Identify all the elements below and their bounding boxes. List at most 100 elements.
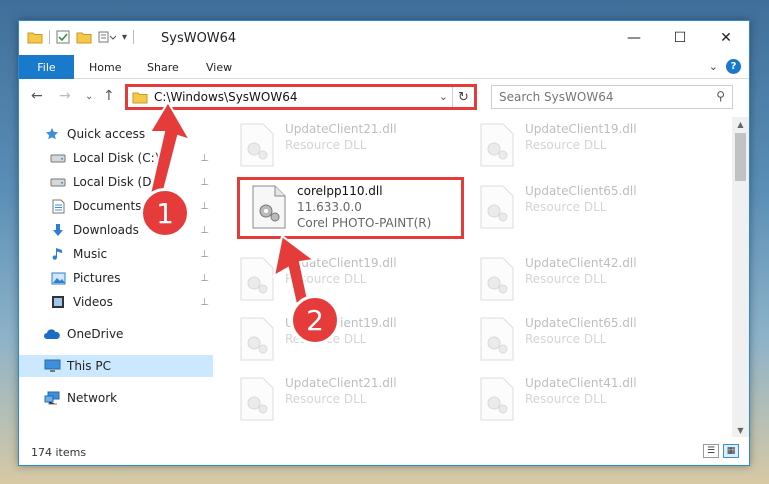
dll-file-icon bbox=[479, 377, 515, 421]
file-name: UpdateClient65.dll bbox=[525, 316, 637, 330]
sidebar-item-music[interactable]: Music ⊥ bbox=[19, 243, 213, 265]
tiles-view-icon[interactable]: ▦ bbox=[723, 444, 739, 458]
quick-access-toolbar: ▾ bbox=[27, 30, 135, 44]
window-controls: — ☐ ✕ bbox=[611, 21, 749, 55]
sidebar-item-label: Documents bbox=[73, 199, 142, 213]
file-item[interactable]: UpdateClient19.dll Resource DLL bbox=[229, 253, 449, 309]
computer-icon bbox=[43, 358, 61, 374]
file-name: UpdateClient42.dll bbox=[525, 256, 637, 270]
chevron-down-icon[interactable]: ⌄ bbox=[439, 90, 448, 103]
tab-share[interactable]: Share bbox=[147, 55, 179, 79]
file-type: Resource DLL bbox=[525, 332, 607, 346]
file-item[interactable]: UpdateClient21.dll Resource DLL bbox=[229, 373, 449, 429]
file-type: Resource DLL bbox=[525, 138, 607, 152]
address-path[interactable]: C:\Windows\SysWOW64 bbox=[154, 90, 298, 104]
pin-icon[interactable]: ⊥ bbox=[200, 225, 209, 236]
star-icon bbox=[43, 126, 61, 142]
help-icon[interactable]: ? bbox=[726, 59, 741, 74]
tab-view[interactable]: View bbox=[206, 55, 232, 79]
sidebar-item-local-disk-d[interactable]: Local Disk (D:) ⊥ bbox=[19, 171, 213, 193]
customize-toolbar-icon[interactable] bbox=[98, 30, 116, 44]
drive-icon bbox=[49, 150, 67, 166]
search-input[interactable] bbox=[499, 90, 699, 104]
dll-file-icon bbox=[239, 257, 275, 301]
file-name: UpdateClient65.dll bbox=[525, 184, 637, 198]
folder-icon bbox=[132, 92, 148, 103]
sidebar-item-local-disk-c[interactable]: Local Disk (C:) ⊥ bbox=[19, 147, 213, 169]
forward-arrow-icon[interactable]: → bbox=[59, 88, 71, 104]
file-name: UpdateClient19.dll bbox=[525, 122, 637, 136]
scroll-up-icon[interactable]: ▲ bbox=[732, 117, 749, 131]
file-name: UpdateClient19.dll bbox=[285, 256, 397, 270]
dll-file-icon bbox=[239, 377, 275, 421]
dll-file-icon bbox=[479, 317, 515, 361]
file-item[interactable]: UpdateClient65.dll Resource DLL bbox=[469, 181, 689, 237]
ribbon-tabs: File Home Share View ⌄ ? bbox=[19, 55, 749, 79]
sidebar-item-this-pc[interactable]: This PC bbox=[19, 355, 213, 377]
minimize-button[interactable]: — bbox=[611, 21, 657, 55]
tab-home[interactable]: Home bbox=[89, 55, 121, 79]
close-button[interactable]: ✕ bbox=[703, 21, 749, 55]
cloud-icon bbox=[43, 326, 61, 342]
file-highlight-box bbox=[237, 177, 464, 239]
dll-file-icon bbox=[479, 123, 515, 167]
sidebar-item-videos[interactable]: Videos ⊥ bbox=[19, 291, 213, 313]
tab-file[interactable]: File bbox=[19, 55, 74, 79]
scrollbar-thumb[interactable] bbox=[735, 133, 746, 181]
drive-icon bbox=[49, 174, 67, 190]
sidebar-item-label: Quick access bbox=[67, 127, 146, 141]
file-item[interactable]: UpdateClient19.dll Resource DLL bbox=[469, 119, 689, 175]
pin-icon[interactable]: ⊥ bbox=[200, 249, 209, 260]
sidebar-item-onedrive[interactable]: OneDrive bbox=[19, 323, 213, 345]
file-item[interactable]: UpdateClient21.dll Resource DLL bbox=[229, 119, 449, 175]
details-view-icon[interactable]: ☰ bbox=[703, 444, 719, 458]
chevron-down-icon[interactable]: ▾ bbox=[122, 32, 127, 43]
search-icon[interactable]: ⚲ bbox=[716, 89, 725, 103]
divider bbox=[133, 30, 135, 44]
properties-icon[interactable] bbox=[56, 30, 70, 44]
back-arrow-icon[interactable]: ← bbox=[31, 88, 43, 104]
scroll-down-icon[interactable]: ▼ bbox=[732, 423, 749, 437]
sidebar-item-label: Network bbox=[67, 391, 118, 405]
item-count: 174 items bbox=[31, 446, 87, 459]
search-box[interactable]: ⚲ bbox=[491, 85, 733, 109]
vertical-scrollbar[interactable]: ▲ ▼ bbox=[732, 117, 749, 437]
file-explorer-window: ▾ SysWOW64 — ☐ ✕ File Home Share View ⌄ … bbox=[18, 20, 750, 466]
pin-icon[interactable]: ⊥ bbox=[200, 273, 209, 284]
file-item[interactable]: UpdateClient65.dll Resource DLL bbox=[469, 313, 689, 369]
sidebar-item-label: Local Disk (C:) bbox=[73, 151, 160, 165]
status-bar: 174 items ☰ ▦ bbox=[19, 439, 749, 465]
ribbon-controls: ⌄ ? bbox=[709, 59, 741, 74]
new-folder-icon[interactable] bbox=[76, 30, 92, 44]
callout-badge-2: 2 bbox=[290, 295, 340, 345]
pin-icon[interactable]: ⊥ bbox=[200, 153, 209, 164]
pin-icon[interactable]: ⊥ bbox=[200, 297, 209, 308]
recent-locations-icon[interactable]: ⌄ bbox=[85, 91, 93, 102]
sidebar-item-label: Downloads bbox=[73, 223, 139, 237]
dll-file-icon bbox=[239, 317, 275, 361]
file-type: Resource DLL bbox=[525, 392, 607, 406]
file-type: Resource DLL bbox=[285, 392, 367, 406]
address-bar[interactable]: C:\Windows\SysWOW64 ⌄ ↻ bbox=[125, 84, 477, 110]
folder-icon[interactable] bbox=[27, 30, 43, 44]
refresh-icon[interactable]: ↻ bbox=[452, 87, 474, 107]
sidebar-item-quick-access[interactable]: Quick access bbox=[19, 123, 213, 145]
pictures-icon bbox=[49, 270, 67, 286]
file-item[interactable]: UpdateClient41.dll Resource DLL bbox=[469, 373, 689, 429]
file-item[interactable]: UpdateClient42.dll Resource DLL bbox=[469, 253, 689, 309]
videos-icon bbox=[49, 294, 67, 310]
up-arrow-icon[interactable]: ↑ bbox=[103, 88, 115, 104]
ribbon-collapse-icon[interactable]: ⌄ bbox=[709, 60, 718, 73]
file-name: UpdateClient21.dll bbox=[285, 376, 397, 390]
network-icon bbox=[43, 390, 61, 406]
sidebar-item-pictures[interactable]: Pictures ⊥ bbox=[19, 267, 213, 289]
sidebar-item-label: Local Disk (D:) bbox=[73, 175, 161, 189]
pin-icon[interactable]: ⊥ bbox=[200, 177, 209, 188]
callout-badge-1: 1 bbox=[140, 188, 190, 238]
file-list: UpdateClient21.dll Resource DLL corelpp11… bbox=[219, 117, 731, 437]
download-icon bbox=[49, 222, 67, 238]
maximize-button[interactable]: ☐ bbox=[657, 21, 703, 55]
sidebar-item-label: Videos bbox=[73, 295, 113, 309]
sidebar-item-network[interactable]: Network bbox=[19, 387, 213, 409]
pin-icon[interactable]: ⊥ bbox=[200, 201, 209, 212]
